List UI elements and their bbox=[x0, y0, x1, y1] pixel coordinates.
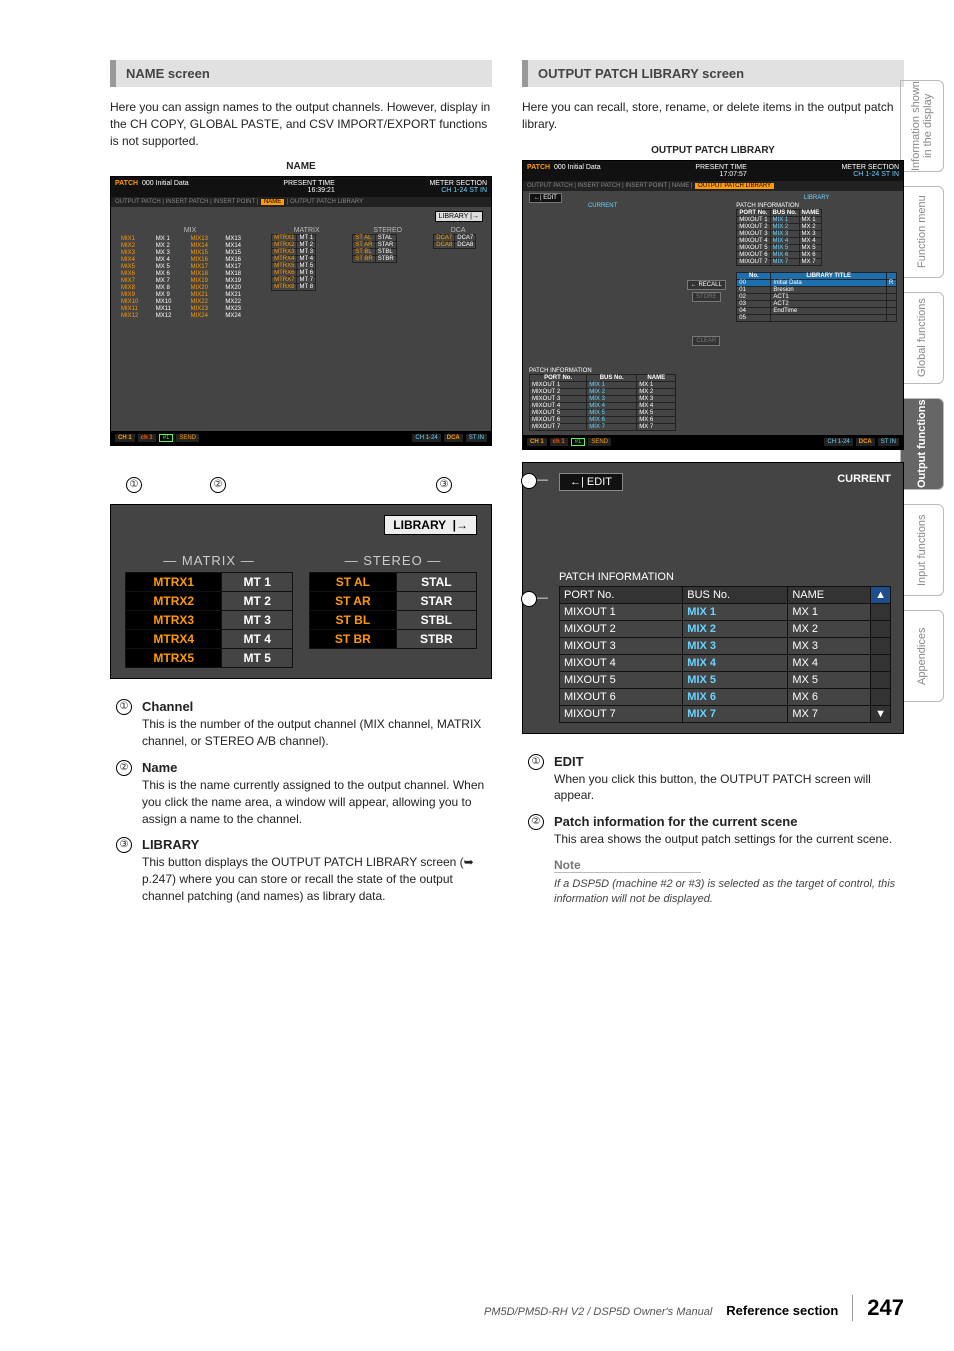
page-number: 247 bbox=[852, 1295, 904, 1321]
intro-text: Here you can recall, store, rename, or d… bbox=[522, 99, 904, 133]
item-name-name: Name bbox=[142, 760, 492, 775]
screenshot-caption: OUTPUT PATCH LIBRARY bbox=[522, 145, 904, 156]
item-num-2: ② bbox=[116, 760, 132, 776]
item-name-edit: EDIT bbox=[554, 754, 904, 769]
callout-3: ③ bbox=[436, 477, 452, 493]
callout-2: ② bbox=[210, 477, 226, 493]
library-button[interactable]: LIBRARY |→ bbox=[384, 515, 477, 535]
item-name-patch-info: Patch information for the current scene bbox=[554, 814, 904, 829]
screenshot-caption: NAME bbox=[110, 161, 492, 172]
callout-2: ② bbox=[521, 591, 537, 607]
side-tab[interactable]: Information shown in the display bbox=[900, 80, 944, 172]
side-tab[interactable]: Function menu bbox=[900, 186, 944, 278]
side-tab[interactable]: Appendices bbox=[900, 610, 944, 702]
name-zoom-panel: LIBRARY |→ MATRIX MTRX1MT 1MTRX2MT 2MTRX… bbox=[110, 504, 492, 679]
item-num-3: ③ bbox=[116, 837, 132, 853]
item-name-library: LIBRARY bbox=[142, 837, 492, 852]
side-tab-active[interactable]: Output functions bbox=[900, 398, 944, 490]
manual-title: PM5D/PM5D-RH V2 / DSP5D Owner's Manual bbox=[484, 1306, 712, 1318]
item-text: When you click this button, the OUTPUT P… bbox=[554, 771, 904, 805]
side-tab[interactable]: Input functions bbox=[900, 504, 944, 596]
note-body: If a DSP5D (machine #2 or #3) is selecte… bbox=[554, 877, 904, 908]
item-text: This is the number of the output channel… bbox=[142, 716, 492, 750]
note-heading: Note bbox=[554, 858, 701, 873]
item-num-1: ① bbox=[116, 699, 132, 715]
item-num-1: ① bbox=[528, 754, 544, 770]
section-label: Reference section bbox=[726, 1303, 838, 1318]
note-block: Note If a DSP5D (machine #2 or #3) is se… bbox=[554, 858, 904, 908]
library-button[interactable]: LIBRARY |→ bbox=[435, 211, 483, 222]
side-navigation: Information shown in the display Functio… bbox=[900, 80, 944, 702]
item-text: This button displays the OUTPUT PATCH LI… bbox=[142, 854, 492, 904]
item-text: This area shows the output patch setting… bbox=[554, 831, 904, 848]
patch-info-table: PORT No. BUS No. NAME ▲ MIXOUT 1MIX 1MX … bbox=[559, 586, 891, 723]
section-heading-name: NAME screen bbox=[110, 60, 492, 87]
callout-1: ① bbox=[521, 473, 537, 489]
callout-1: ① bbox=[126, 477, 142, 493]
patch-info-title: PATCH INFORMATION bbox=[559, 571, 891, 583]
section-heading-output-patch-library: OUTPUT PATCH LIBRARY screen bbox=[522, 60, 904, 87]
name-screen-screenshot: PATCH 000 Initial Data PRESENT TIME16:39… bbox=[110, 176, 492, 446]
page-footer: PM5D/PM5D-RH V2 / DSP5D Owner's Manual R… bbox=[110, 1295, 904, 1321]
intro-text: Here you can assign names to the output … bbox=[110, 99, 492, 149]
edit-button[interactable]: ←| EDIT bbox=[559, 473, 623, 491]
item-name-channel: Channel bbox=[142, 699, 492, 714]
current-label: CURRENT bbox=[837, 473, 891, 485]
output-patch-library-screenshot: PATCH 000 Initial Data PRESENT TIME17:07… bbox=[522, 160, 904, 450]
item-text: This is the name currently assigned to t… bbox=[142, 777, 492, 827]
item-num-2: ② bbox=[528, 814, 544, 830]
side-tab[interactable]: Global functions bbox=[900, 292, 944, 384]
output-patch-zoom-panel: ①— ←| EDIT CURRENT ②— PATCH INFORMATION … bbox=[522, 462, 904, 734]
